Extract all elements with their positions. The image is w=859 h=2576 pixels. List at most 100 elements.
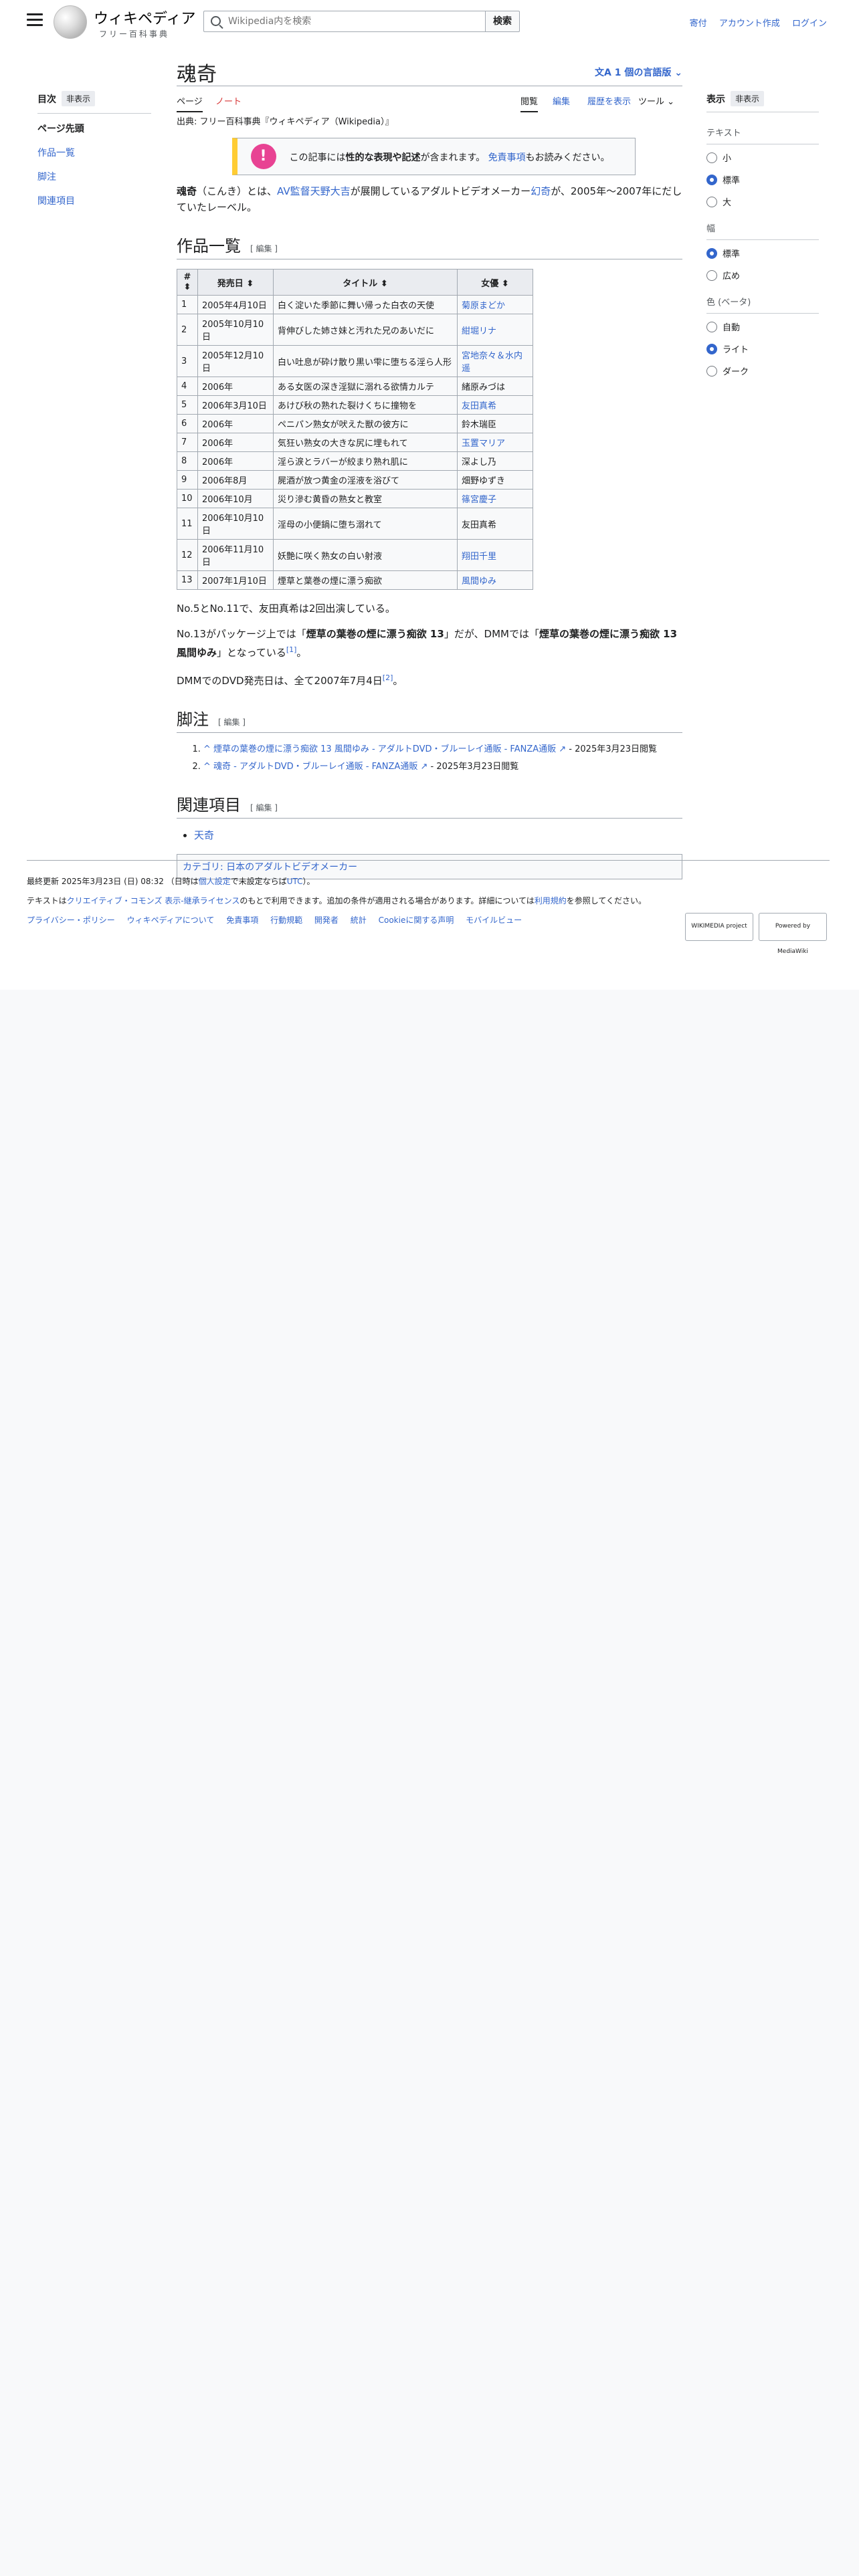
radio-label: 小 [723, 154, 732, 164]
language-button[interactable]: 文A 1 個の言語版 ⌄ [595, 66, 682, 79]
column-header[interactable]: # ⬍ [177, 269, 198, 296]
actress-link[interactable]: 玉置マリア [462, 439, 505, 449]
actress-link[interactable]: 友田真希 [462, 401, 496, 411]
reference-link[interactable]: [2] [383, 673, 393, 682]
cell-number: 11 [177, 508, 198, 540]
appearance-header: 表示 非表示 [706, 91, 819, 106]
preferences-link[interactable]: 個人設定 [199, 877, 231, 886]
tools-menu[interactable]: ツール ⌄ [638, 94, 674, 107]
cell-title: 淫ら涙とラバーが絞まり熟れ肌に [273, 451, 458, 471]
search-input[interactable] [227, 14, 477, 29]
table-row: 13 2007年1月10日 煙草と葉巻の煙に漂う痴欲 風間ゆみ [177, 570, 533, 590]
appearance-title: 表示 [706, 94, 725, 105]
disclaimer-link[interactable]: 免責事項 [488, 152, 526, 163]
main-menu-icon[interactable] [27, 13, 43, 27]
actress-link[interactable]: 宮地奈々＆水内遥 [462, 351, 522, 374]
toc-item-notes[interactable]: 脚注 [37, 172, 56, 183]
search-button[interactable]: 検索 [485, 11, 520, 32]
reference-link[interactable]: [1] [286, 645, 297, 654]
edit-section-link[interactable]: [ 編集 ] [250, 244, 278, 253]
width-wide-radio[interactable]: 広め [706, 269, 819, 282]
color-dark-radio[interactable]: ダーク [706, 364, 819, 377]
footer-link[interactable]: プライバシー・ポリシー [27, 916, 115, 925]
toc-item-works[interactable]: 作品一覧 [37, 148, 75, 158]
appearance-hide-button[interactable]: 非表示 [731, 91, 765, 106]
wordmark[interactable]: ウィキペディア フリー百科事典 [94, 7, 195, 39]
warning-icon: ! [250, 144, 276, 169]
text: のもとで利用できます。追加の条件が適用される場合があります。詳細については [240, 896, 535, 905]
cell-date: 2006年 [197, 377, 274, 396]
appearance-panel: 表示 非表示 テキスト 小 標準 大 幅 標準 広め 色 (ベータ) 自動 ライ… [706, 91, 819, 387]
terms-link[interactable]: 利用規約 [535, 896, 567, 905]
tab-page[interactable]: ページ [177, 94, 203, 112]
cell-title: 妖艶に咲く熟女の白い射液 [273, 539, 458, 571]
text-size-large-radio[interactable]: 大 [706, 195, 819, 208]
mediawiki-badge[interactable]: Powered by MediaWiki [759, 913, 827, 955]
footer-link[interactable]: ウィキペディアについて [127, 916, 215, 925]
footer-link[interactable]: 行動規範 [270, 916, 302, 925]
actress-link[interactable]: 紺堀リナ [462, 326, 496, 336]
cell-title: 煙草と葉巻の煙に漂う痴欲 [273, 570, 458, 590]
tab-edit[interactable]: 編集 [553, 94, 570, 107]
text-size-standard-radio[interactable]: 標準 [706, 173, 819, 186]
paragraph: No.5とNo.11で、友田真希は2回出演している。 [177, 603, 395, 615]
language-count: 1 個の言語版 [614, 68, 672, 78]
text: で未設定ならば [230, 877, 287, 886]
link-genki[interactable]: 幻奇 [531, 185, 551, 197]
tab-history[interactable]: 履歴を表示 [587, 94, 631, 107]
license-link[interactable]: クリエイティブ・コモンズ 表示-継承ライセンス [67, 896, 240, 905]
external-link[interactable]: 煙草の葉巻の煙に漂う痴欲 13 風間ゆみ - アダルトDVD・ブルーレイ通販 -… [213, 744, 556, 754]
bold-text: 煙草の葉巻の煙に漂う痴欲 13 [306, 628, 444, 640]
actress-link[interactable]: 翔田千里 [462, 552, 496, 562]
width-standard-radio[interactable]: 標準 [706, 247, 819, 259]
footer-link[interactable]: Cookieに関する声明 [379, 916, 454, 925]
backlink-icon[interactable]: ^ [203, 762, 213, 772]
toc-item-top[interactable]: ページ先頭 [37, 122, 151, 135]
footer-link[interactable]: モバイルビュー [466, 916, 522, 925]
footer-link[interactable]: 開発者 [314, 916, 339, 925]
radio-label: ライト [723, 345, 749, 355]
actress-link[interactable]: 風間ゆみ [462, 576, 496, 586]
intro-bold: 魂奇 [177, 185, 197, 197]
external-link[interactable]: 魂奇 - アダルトDVD・ブルーレイ通販 - FANZA通販 [213, 762, 417, 772]
column-header[interactable]: タイトル ⬍ [273, 269, 458, 296]
login-link[interactable]: ログイン [792, 19, 827, 29]
toc-hide-button[interactable]: 非表示 [62, 91, 96, 106]
toc-item-related[interactable]: 関連項目 [37, 196, 75, 207]
tab-talk[interactable]: ノート [215, 94, 242, 107]
link-amano-daikichi[interactable]: 天野大吉 [310, 185, 351, 197]
actress-link[interactable]: 篠宮慶子 [462, 495, 496, 505]
external-link-icon: ↗ [556, 744, 567, 754]
edit-section-link[interactable]: [ 編集 ] [218, 718, 246, 727]
footer-link[interactable]: 免責事項 [226, 916, 258, 925]
link-av-director[interactable]: AV監督 [277, 185, 310, 197]
footer-link[interactable]: 統計 [351, 916, 367, 925]
utc-link[interactable]: UTC [287, 877, 303, 886]
radio-label: 自動 [723, 323, 741, 333]
cell-title: 淫母の小便鍋に堕ち溺れて [273, 508, 458, 540]
color-auto-radio[interactable]: 自動 [706, 320, 819, 333]
cell-date: 2006年 [197, 451, 274, 471]
related-link[interactable]: 天奇 [194, 829, 214, 841]
donate-link[interactable]: 寄付 [690, 19, 707, 29]
create-account-link[interactable]: アカウント作成 [719, 19, 780, 29]
tab-read[interactable]: 閲覧 [520, 94, 539, 112]
table-row: 4 2006年 ある女医の深き淫獄に溺れる欲情カルテ 緒原みづは [177, 377, 533, 396]
edit-section-link[interactable]: [ 編集 ] [250, 803, 278, 813]
divider [37, 113, 151, 114]
cell-number: 2 [177, 314, 198, 346]
color-light-radio[interactable]: ライト [706, 342, 819, 355]
actress-link[interactable]: 菊原まどか [462, 301, 505, 311]
page-tabs: ページ ノート 閲覧 編集 履歴を表示 ツール ⌄ [177, 86, 682, 112]
text: （こんき）とは、 [197, 185, 278, 197]
cell-date: 2006年11月10日 [197, 539, 274, 571]
wikimedia-badge[interactable]: WIKIMEDIA project [685, 913, 753, 941]
column-header[interactable]: 発売日 ⬍ [197, 269, 274, 296]
cell-actress: 篠宮慶子 [457, 489, 533, 508]
wikipedia-logo-icon[interactable] [54, 5, 87, 39]
cell-title: 背伸びした姉さ妹と汚れた兄のあいだに [273, 314, 458, 346]
text-size-small-radio[interactable]: 小 [706, 151, 819, 164]
column-header[interactable]: 女優 ⬍ [457, 269, 533, 296]
search-icon [211, 16, 221, 26]
backlink-icon[interactable]: ^ [203, 744, 213, 754]
